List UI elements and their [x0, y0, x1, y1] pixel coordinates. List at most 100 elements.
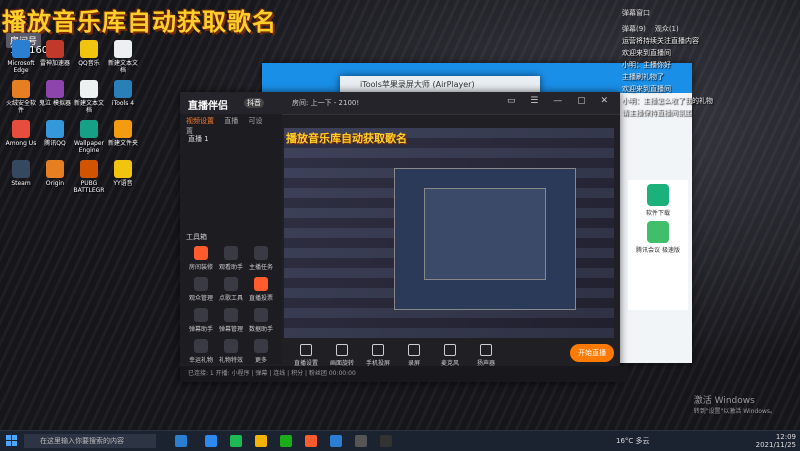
chat-message: 小明：主播你好	[622, 61, 671, 69]
tool-icon	[254, 277, 268, 291]
bottom-toolbar-item[interactable]: 麦克风	[436, 344, 464, 367]
toolbox-item[interactable]: 礼物特效	[216, 339, 246, 364]
tool-icon	[194, 277, 208, 291]
desktop-icon[interactable]: 新建文件夹	[106, 120, 140, 147]
folder-icon[interactable]	[255, 435, 267, 447]
bottom-toolbar-item[interactable]: 直播设置	[292, 344, 320, 367]
taskbar-search-input[interactable]: 在这里输入你要搜索的内容	[24, 434, 156, 448]
toolbar-icon	[408, 344, 420, 356]
toolbar-icon	[372, 344, 384, 356]
app-icon	[46, 120, 64, 138]
desktop-icon[interactable]: QQ音乐	[72, 40, 106, 67]
tab-video-settings[interactable]: 视频设置	[186, 117, 214, 125]
app-icon[interactable]	[230, 435, 242, 447]
weather-widget[interactable]: 16°C 多云	[616, 436, 650, 446]
task-view-icon[interactable]	[175, 435, 187, 447]
zhibo-window[interactable]: 直播伴侣 抖音 房间: 上一下 - 2100! ▭ ☰ — ▢ ✕ 视频设置 直…	[180, 92, 628, 382]
download-icon[interactable]	[647, 184, 669, 206]
room-title: 房间: 上一下 - 2100!	[292, 99, 360, 107]
tool-icon	[254, 246, 268, 260]
tab-live[interactable]: 直播	[224, 117, 238, 125]
nested-preview-window-inner	[424, 188, 546, 280]
toolbox-item[interactable]: 弹幕助手	[186, 308, 216, 333]
zhibo-statusline: 已连接: 1 开播: 小程序 | 弹幕 | 连线 | 积分 | 粉丝团 00:0…	[180, 366, 628, 382]
chat-message: 小明：主播怎么收了我的礼物	[622, 97, 713, 105]
start-live-button[interactable]: 开始直播	[570, 344, 614, 362]
toolbox-item[interactable]: 观看助手	[216, 246, 246, 271]
toolbar-icon	[444, 344, 456, 356]
side-item-download[interactable]: 软件下载	[628, 208, 688, 217]
platform-tag[interactable]: 抖音	[244, 98, 264, 108]
tool-icon	[224, 277, 238, 291]
desktop-icon[interactable]: 腾讯QQ	[38, 120, 72, 147]
tool-icon	[224, 339, 238, 353]
app-icon	[80, 80, 98, 98]
zhibo-header: 直播伴侣 抖音 房间: 上一下 - 2100! ▭ ☰ — ▢ ✕	[180, 92, 620, 115]
toolbox-item[interactable]: 房间装修	[186, 246, 216, 271]
start-button[interactable]	[6, 435, 18, 447]
desktop-icon[interactable]: 雷神加速器	[38, 40, 72, 67]
zhibo-bottom-toolbar: 直播设置 画面旋转 手机投屏 录屏 麦克风 扬声器 开始直播	[284, 340, 620, 367]
app-icon	[114, 120, 132, 138]
bottom-toolbar-item[interactable]: 录屏	[400, 344, 428, 367]
toolbar-icon	[300, 344, 312, 356]
stream-preview: 播放音乐库自动获取歌名	[284, 128, 614, 338]
chat-message: 请主播保持直播间氛围	[622, 109, 692, 117]
taskbar: 在这里输入你要搜索的内容 16°C 多云 12:09 2021/11/25	[0, 430, 800, 451]
clock-date: 2021/11/25	[755, 441, 796, 449]
chat-message: 欢迎来到直播间	[622, 85, 671, 93]
app-icon	[12, 40, 30, 58]
meeting-icon[interactable]	[647, 221, 669, 243]
chat-message: 主播刷礼物了	[622, 73, 664, 81]
bottom-toolbar-item[interactable]: 手机投屏	[364, 344, 392, 367]
windows-activation-watermark: 激活 Windows 转到"设置"以激活 Windows。	[693, 396, 776, 415]
edge-icon[interactable]	[205, 435, 217, 447]
bottom-toolbar-item[interactable]: 扬声器	[472, 344, 500, 367]
chat-tab-danmu[interactable]: 弹幕(9)	[622, 25, 646, 33]
app-icon	[12, 160, 30, 178]
app-icon	[46, 40, 64, 58]
side-item-meeting[interactable]: 腾讯会议 极速版	[628, 245, 688, 254]
app-icon	[114, 40, 132, 58]
toolbox-item[interactable]: 弹幕管理	[216, 308, 246, 333]
toolbox-item[interactable]: 观众管理	[186, 277, 216, 302]
app-icon	[114, 80, 132, 98]
app-icon[interactable]	[330, 435, 342, 447]
desktop-icon[interactable]: Steam	[4, 160, 38, 187]
clock[interactable]: 12:09 2021/11/25	[756, 433, 796, 449]
toolbox-item[interactable]: 更多	[246, 339, 276, 364]
toolbox-item[interactable]: 主播任务	[246, 246, 276, 271]
toolbox-grid: 房间装修 观看助手 主播任务观众管理 点歌工具 直播投票弹幕助手 弹幕管理 数据助手幸运礼物…	[186, 246, 282, 370]
desktop-icon[interactable]: Among Us	[4, 120, 38, 147]
tool-icon	[224, 246, 238, 260]
desktop-icon[interactable]: 鬼泣 模拟器	[38, 80, 72, 107]
toolbar-icon	[480, 344, 492, 356]
desktop-icon[interactable]: 新建文本文档	[106, 40, 140, 74]
desktop-icon[interactable]: PUBG BATTLEGR	[72, 160, 106, 194]
desktop-icon[interactable]: 新建文本文档	[72, 80, 106, 114]
scene-item[interactable]: 直播 1	[180, 132, 282, 146]
desktop-icon[interactable]: Origin	[38, 160, 72, 187]
chat-tab-audience[interactable]: 观众(1)	[655, 25, 679, 33]
toolbox-item[interactable]: 直播投票	[246, 277, 276, 302]
window-controls[interactable]: ▭ ☰ — ▢ ✕	[507, 96, 614, 106]
desktop-icon[interactable]: Wallpaper Engine	[72, 120, 106, 154]
app-icon[interactable]	[305, 435, 317, 447]
app-icon[interactable]	[380, 435, 392, 447]
tool-icon	[194, 246, 208, 260]
app-icon	[80, 120, 98, 138]
app-icon[interactable]	[355, 435, 367, 447]
desktop-icon[interactable]: 火绒安全软件	[4, 80, 38, 114]
desktop-icon[interactable]: Microsoft Edge	[4, 40, 38, 74]
toolbox-item[interactable]: 数据助手	[246, 308, 276, 333]
app-icon	[80, 40, 98, 58]
toolbox-label: 工具箱	[186, 233, 207, 241]
wechat-icon[interactable]	[280, 435, 292, 447]
chat-message-list: 运营将持续关注直播内容 欢迎来到直播间 小明：主播你好 主播刷礼物了 欢迎来到直播间 小明…	[622, 36, 782, 118]
desktop-icon[interactable]: YY语音	[106, 160, 140, 187]
toolbox-item[interactable]: 点歌工具	[216, 277, 246, 302]
bottom-toolbar-item[interactable]: 画面旋转	[328, 344, 356, 367]
toolbox-item[interactable]: 幸运礼物	[186, 339, 216, 364]
desktop-icon[interactable]: iTools 4	[106, 80, 140, 107]
chat-message: 欢迎来到直播间	[622, 49, 671, 57]
